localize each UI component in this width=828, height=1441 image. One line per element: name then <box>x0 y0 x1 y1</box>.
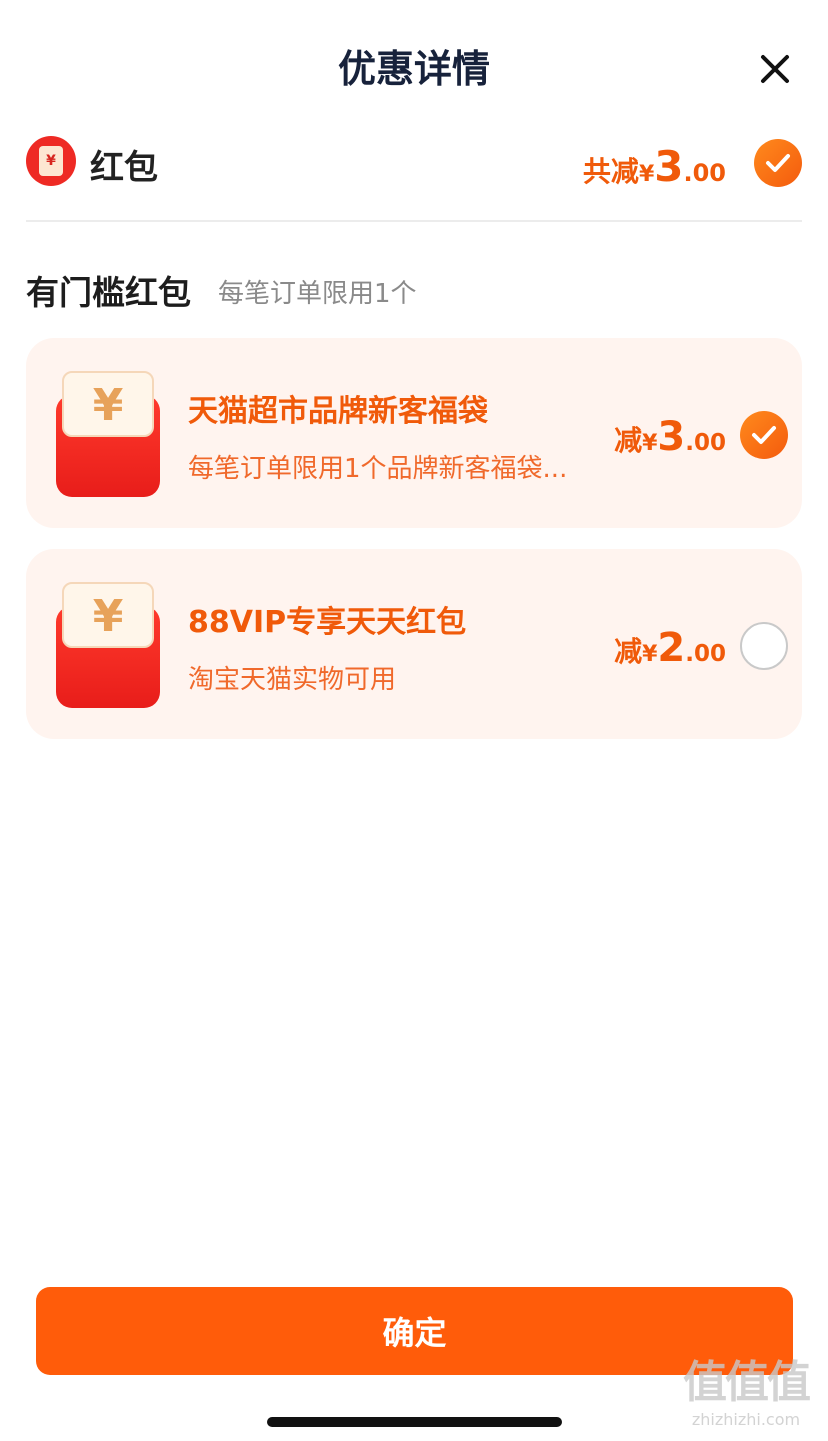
coupon-title: 天猫超市品牌新客福袋 <box>188 394 488 429</box>
total-currency: ¥ <box>638 162 655 187</box>
coupon-card[interactable]: ¥ 天猫超市品牌新客福袋 每笔订单限用1个品牌新客福袋... 减¥3.00 <box>26 338 802 528</box>
check-icon <box>752 426 776 444</box>
page-title: 优惠详情 <box>337 47 490 91</box>
group-subtitle: 每笔订单限用1个 <box>218 279 417 309</box>
total-decimal: .00 <box>683 159 726 187</box>
yen-icon: ¥ <box>92 591 124 642</box>
amount-prefix: 减 <box>614 424 643 457</box>
coupon-checkbox-checked[interactable] <box>740 411 788 459</box>
amount-integer: 3 <box>657 414 686 460</box>
amount-prefix: 减 <box>614 635 643 668</box>
amount-currency: ¥ <box>642 431 658 456</box>
coupon-amount: 减¥2.00 <box>614 625 726 671</box>
coupon-title: 88VIP专享天天红包 <box>188 605 467 640</box>
red-packet-section: ¥ 红包 共减¥3.00 <box>26 136 802 191</box>
coupon-card[interactable]: ¥ 88VIP专享天天红包 淘宝天猫实物可用 减¥2.00 <box>26 549 802 739</box>
section-select-all-checkbox[interactable] <box>754 139 802 187</box>
amount-integer: 2 <box>657 625 686 671</box>
coupon-description: 每笔订单限用1个品牌新客福袋... <box>188 454 568 484</box>
header: 优惠详情 <box>0 0 828 120</box>
red-envelope-icon: ¥ <box>56 582 160 708</box>
total-discount: 共减¥3.00 <box>583 142 726 191</box>
envelope-paper: ¥ <box>62 371 154 437</box>
section-label: 红包 <box>90 148 158 188</box>
red-packet-icon-inner: ¥ <box>39 146 63 176</box>
close-icon[interactable] <box>758 52 792 86</box>
amount-currency: ¥ <box>642 642 658 667</box>
red-packet-icon: ¥ <box>26 136 76 186</box>
total-prefix: 共减 <box>582 155 639 188</box>
amount-decimal: .00 <box>685 641 726 667</box>
watermark-logo: 值值值 <box>683 1357 811 1408</box>
close-button[interactable] <box>758 52 792 86</box>
check-icon <box>766 154 790 172</box>
red-envelope-icon: ¥ <box>56 371 160 497</box>
coupon-description: 淘宝天猫实物可用 <box>188 665 397 695</box>
home-indicator <box>267 1417 562 1427</box>
divider <box>26 220 802 222</box>
envelope-paper: ¥ <box>62 582 154 648</box>
coupon-amount: 减¥3.00 <box>614 414 726 460</box>
watermark-text: zhizhizhi.com <box>691 1410 801 1429</box>
coupon-checkbox-unchecked[interactable] <box>740 622 788 670</box>
group-title: 有门槛红包 <box>26 273 191 312</box>
watermark: 值值值 zhizhizhi.com <box>672 1356 820 1436</box>
amount-decimal: .00 <box>685 430 726 456</box>
yen-icon: ¥ <box>92 380 124 431</box>
total-integer: 3 <box>654 142 684 191</box>
